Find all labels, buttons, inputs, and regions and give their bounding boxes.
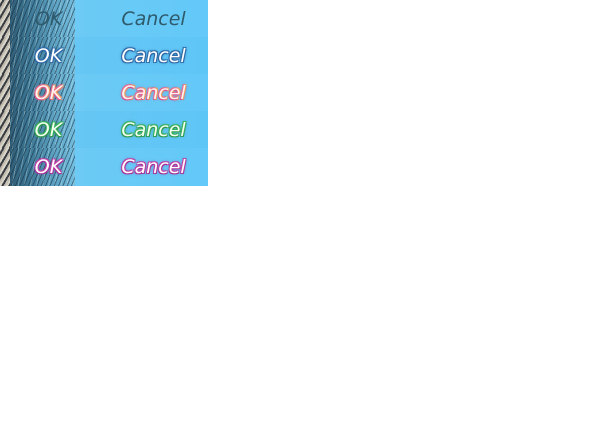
cancel-button[interactable]: Cancel	[75, 37, 208, 74]
ok-cell: OK	[0, 37, 75, 74]
cancel-button[interactable]: Cancel	[75, 0, 208, 37]
cancel-button[interactable]: Cancel	[75, 111, 208, 148]
ok-cell: OK	[0, 148, 75, 186]
button-row-magenta-outline: OK Cancel	[0, 148, 208, 186]
ok-button[interactable]: OK	[0, 74, 75, 111]
ok-button[interactable]: OK	[0, 148, 75, 186]
button-row-blue-outline: OK Cancel	[0, 37, 208, 74]
ok-button[interactable]: OK	[0, 111, 75, 148]
cancel-cell: Cancel	[75, 148, 208, 186]
ok-cell: OK	[0, 111, 75, 148]
cancel-cell: Cancel	[75, 0, 208, 37]
button-row-pink-outline: OK Cancel	[0, 74, 208, 111]
cancel-cell: Cancel	[75, 37, 208, 74]
cancel-cell: Cancel	[75, 111, 208, 148]
ok-cell: OK	[0, 74, 75, 111]
button-row-normal: OK Cancel	[0, 0, 208, 37]
ok-button[interactable]: OK	[0, 37, 75, 74]
cancel-button[interactable]: Cancel	[75, 148, 208, 186]
button-row-green-outline: OK Cancel	[0, 111, 208, 148]
ok-cell: OK	[0, 0, 75, 37]
cancel-cell: Cancel	[75, 74, 208, 111]
cancel-button[interactable]: Cancel	[75, 74, 208, 111]
button-sprite-sheet: OK Cancel OK Cancel OK Cancel OK Cancel	[0, 0, 208, 186]
ok-button[interactable]: OK	[0, 0, 75, 37]
